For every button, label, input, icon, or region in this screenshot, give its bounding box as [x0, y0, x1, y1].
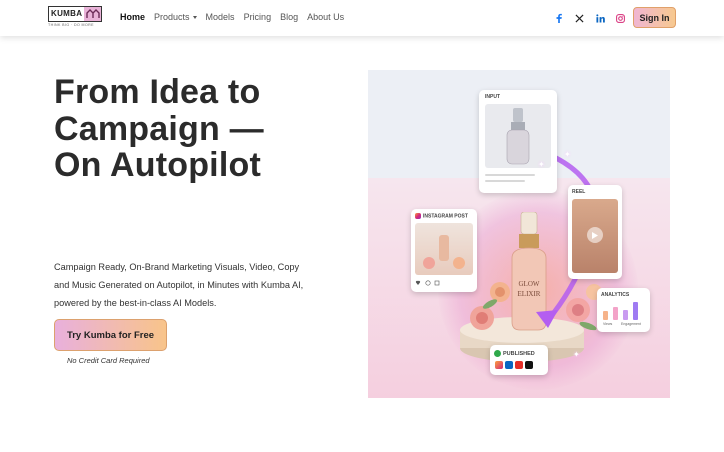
analytics-chart: [603, 300, 647, 320]
instagram-icon: [495, 361, 503, 369]
analytics-bar: [633, 302, 638, 320]
input-card: INPUT: [479, 90, 557, 193]
hero-title-line: From Idea to: [54, 73, 261, 111]
logo-tagline: THINK BIG · DO MORE: [48, 23, 94, 27]
instagram-post-label-text: INSTAGRAM POST: [423, 213, 468, 220]
nav-about-us[interactable]: About Us: [307, 12, 344, 22]
social-links: [553, 12, 635, 24]
analytics-legend-views: Views: [603, 322, 613, 326]
nav-pricing[interactable]: Pricing: [244, 12, 272, 22]
nav-links: Home Products Models Pricing Blog About …: [120, 12, 353, 22]
published-label: PUBLISHED: [494, 350, 535, 357]
hero-description: Campaign Ready, On-Brand Marketing Visua…: [54, 258, 314, 312]
facebook-icon[interactable]: [553, 12, 565, 24]
placeholder-line: [485, 174, 535, 176]
hero-description-line: powered by the best-in-class AI Models.: [54, 298, 217, 308]
tiktok-icon: [525, 361, 533, 369]
published-platforms: [495, 361, 535, 369]
post-actions-icon: [415, 280, 440, 286]
navbar: KUMBA THINK BIG · DO MORE Home Products …: [0, 0, 724, 36]
play-icon[interactable]: [587, 227, 603, 243]
analytics-bar: [623, 310, 628, 320]
logo-box: KUMBA: [48, 6, 102, 22]
hero-description-line: Campaign Ready, On-Brand Marketing Visua…: [54, 262, 300, 272]
hero-description-line: and Music Generated on Autopilot, in Min…: [54, 280, 304, 290]
instagram-post-label: INSTAGRAM POST: [415, 213, 468, 219]
instagram-post-card: INSTAGRAM POST: [411, 209, 477, 292]
chevron-down-icon: [192, 16, 197, 20]
linkedin-icon[interactable]: [594, 12, 606, 24]
placeholder-line: [485, 180, 525, 182]
sparkle-icon: ✦: [573, 350, 580, 359]
nav-home[interactable]: Home: [120, 12, 145, 22]
analytics-label: ANALYTICS: [601, 292, 630, 298]
nav-products-label: Products: [154, 12, 190, 22]
product-photo-icon: [423, 235, 465, 269]
sparkle-icon: ✦: [538, 160, 545, 169]
sign-in-button[interactable]: Sign In: [633, 7, 676, 28]
nav-blog[interactable]: Blog: [280, 12, 298, 22]
hero-title-line: On Autopilot: [54, 146, 261, 184]
reel-card: REEL: [568, 185, 622, 279]
youtube-icon: [515, 361, 523, 369]
sparkle-icon: ✦: [564, 150, 571, 159]
analytics-bar: [613, 307, 618, 320]
try-kumba-button[interactable]: Try Kumba for Free: [54, 319, 167, 351]
dropper-bottle-icon: [506, 108, 530, 165]
input-thumbnail: [485, 104, 551, 168]
logo-mark-icon: [84, 7, 101, 21]
published-label-text: PUBLISHED: [503, 350, 535, 357]
hero-title: From Idea to Campaign — On Autopilot: [54, 74, 354, 184]
hero-illustration: GLOW ELIXIR INPUT INSTAGRAM POST REEL AN…: [368, 70, 670, 398]
input-card-label: INPUT: [485, 94, 500, 100]
reel-thumbnail: [572, 199, 618, 273]
analytics-legend-engagement: Engagement: [621, 322, 641, 326]
linkedin-icon: [505, 361, 513, 369]
published-card: PUBLISHED: [490, 345, 548, 375]
no-credit-card-note: No Credit Card Required: [67, 356, 150, 365]
logo-word: KUMBA: [51, 9, 83, 18]
check-icon: [494, 350, 501, 357]
x-icon[interactable]: [574, 12, 586, 24]
instagram-icon[interactable]: [615, 12, 627, 24]
reel-label: REEL: [572, 189, 586, 195]
nav-models[interactable]: Models: [206, 12, 235, 22]
kumba-logo[interactable]: KUMBA THINK BIG · DO MORE: [48, 6, 102, 28]
analytics-bar: [603, 311, 608, 320]
hero-title-line: Campaign —: [54, 109, 264, 148]
analytics-card: ANALYTICS Views Engagement: [597, 288, 650, 332]
instagram-post-thumbnail: [415, 223, 473, 275]
instagram-icon: [415, 213, 421, 219]
nav-products[interactable]: Products: [154, 12, 197, 22]
